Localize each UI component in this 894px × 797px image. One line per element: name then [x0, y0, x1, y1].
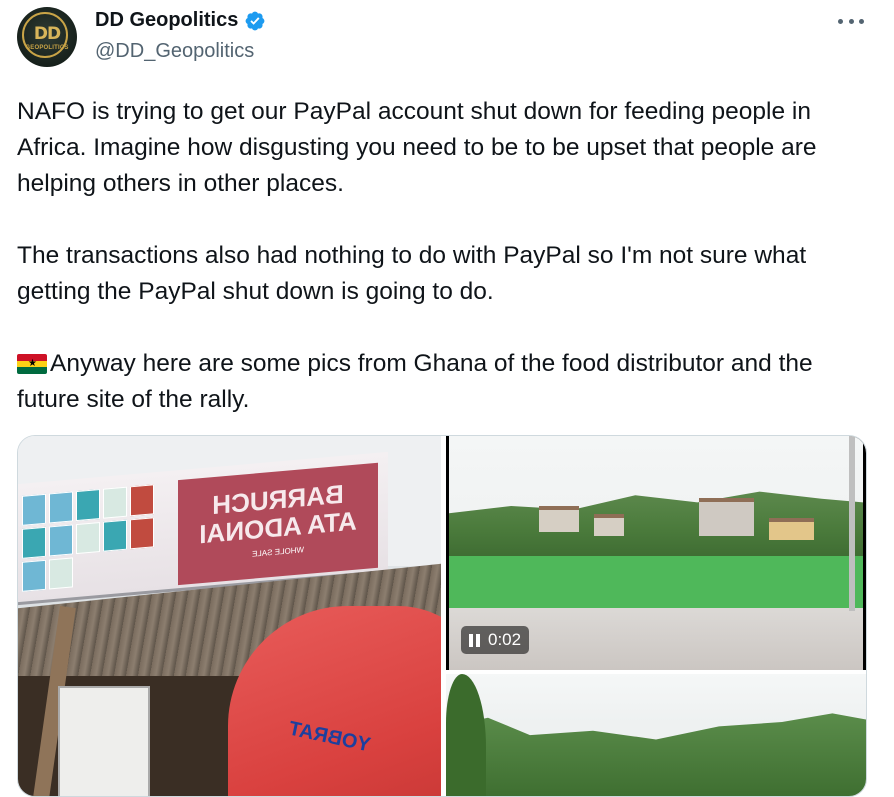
sign-text: BARRUCH ATA ADONAI — [199, 478, 357, 550]
author-handle[interactable]: @DD_Geopolitics — [95, 40, 254, 63]
video-future-rally-site[interactable]: 0:02 — [446, 436, 866, 670]
video-player[interactable]: 0:02 — [446, 436, 866, 670]
verified-badge-icon — [245, 11, 265, 30]
notice-board — [58, 686, 150, 796]
tweet-text: NAFO is trying to get our PayPal account… — [17, 94, 877, 418]
more-options-icon[interactable] — [838, 12, 864, 30]
houses — [519, 496, 819, 546]
video-timestamp: 0:02 — [488, 630, 522, 649]
tweet-paragraph-1: NAFO is trying to get our PayPal account… — [17, 98, 824, 197]
sign-panel: BARRUCH ATA ADONAI WHOLE SALE — [178, 462, 378, 586]
tweet-paragraph-2: The transactions also had nothing to do … — [17, 242, 813, 305]
photo-food-distributor[interactable]: BARRUCH ATA ADONAI WHOLE SALE YOBRAT — [18, 436, 441, 796]
avatar[interactable]: DD GEOPOLITICS — [17, 7, 77, 67]
photo-landscape[interactable] — [446, 674, 866, 796]
product-images — [22, 483, 172, 592]
avatar-logo-text: DD — [33, 24, 61, 44]
pause-icon — [469, 633, 480, 647]
shirt-logo-text: YOBRAT — [286, 717, 373, 757]
tweet-paragraph-3: Anyway here are some pics from Ghana of … — [17, 350, 820, 413]
green-field — [449, 556, 863, 608]
media-grid: BARRUCH ATA ADONAI WHOLE SALE YOBRAT 0:0… — [17, 435, 867, 797]
display-name[interactable]: DD Geopolitics — [95, 9, 238, 32]
tall-tree — [446, 674, 486, 796]
avatar-logo-subtext: GEOPOLITICS — [25, 45, 69, 51]
street-pole — [849, 436, 855, 611]
tree-line — [446, 713, 866, 796]
author-name-row[interactable]: DD Geopolitics — [95, 9, 266, 32]
video-pause-control[interactable]: 0:02 — [461, 626, 530, 654]
ghana-flag-icon: ★ — [17, 354, 47, 374]
